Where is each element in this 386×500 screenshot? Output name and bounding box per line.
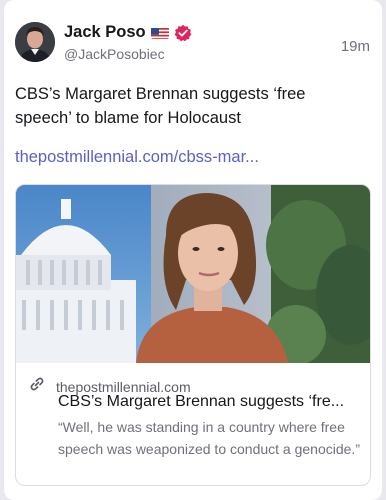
post-text: CBS’s Margaret Brennan suggests ‘free sp… bbox=[15, 85, 306, 127]
author-handle[interactable]: @JackPosobiec bbox=[64, 46, 165, 62]
author-name[interactable]: Jack Poso bbox=[64, 23, 146, 42]
preview-title: CBS’s Margaret Brennan suggests ‘fre... bbox=[58, 393, 345, 410]
post-card[interactable]: Jack Poso @JackPosobiec 19m CBS’s Margar… bbox=[4, 0, 382, 500]
preview-description: “Well, he was standing in a country wher… bbox=[58, 419, 360, 457]
preview-image bbox=[16, 185, 370, 363]
avatar[interactable] bbox=[15, 22, 55, 62]
post-timestamp: 19m bbox=[340, 38, 370, 55]
post-link[interactable]: thepostmillennial.com/cbss-mar... bbox=[15, 148, 259, 167]
link-icon bbox=[28, 375, 46, 398]
link-preview-card[interactable]: thepostmillennial.com CBS’s Margaret Bre… bbox=[15, 184, 371, 486]
verified-badge-icon bbox=[174, 24, 192, 42]
us-flag-icon bbox=[150, 27, 169, 39]
